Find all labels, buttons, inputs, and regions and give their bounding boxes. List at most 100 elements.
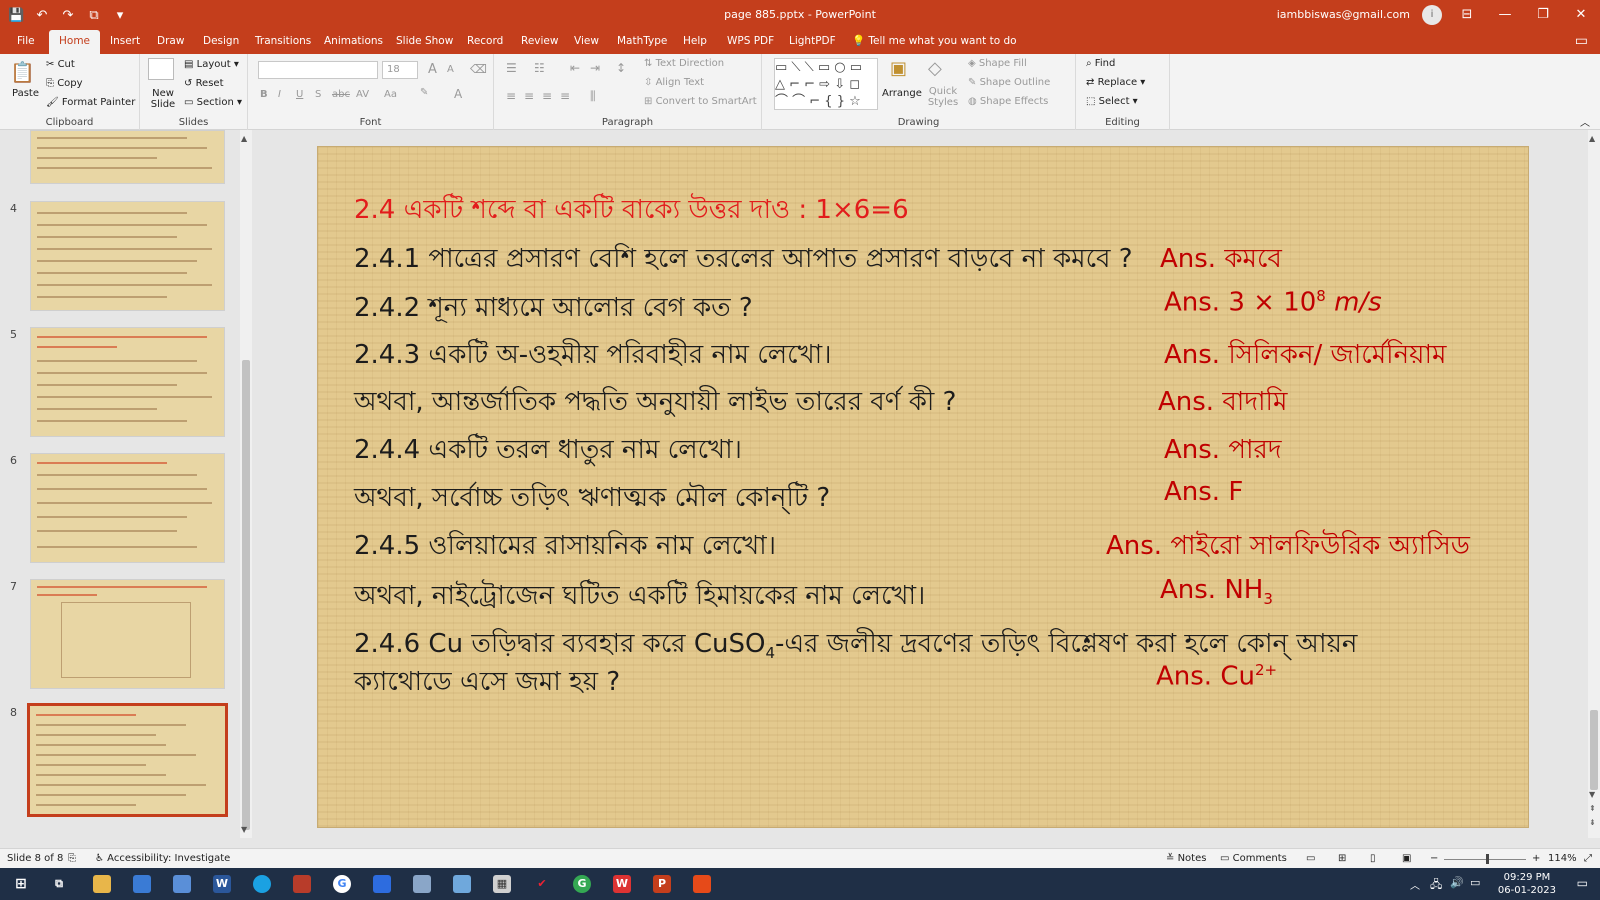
slide-sorter-icon[interactable]: ⊞ [1338, 853, 1346, 864]
tab-slide-show[interactable]: Slide Show [396, 30, 453, 54]
align-left-icon[interactable]: ≡ [506, 89, 516, 103]
slide-thumbnail[interactable] [30, 130, 225, 184]
app-icon[interactable] [173, 875, 191, 893]
office-icon[interactable] [693, 875, 711, 893]
slide-thumbnail[interactable] [30, 201, 225, 311]
scroll-up-icon[interactable]: ▲ [241, 134, 247, 143]
shrink-font-button[interactable]: A [447, 64, 454, 75]
network-icon[interactable]: 🖧 [1430, 876, 1442, 895]
slide-8[interactable]: 2.4 একটি শব্দে বা একটি বাক্যে উত্তর দাও … [317, 146, 1529, 828]
next-slide-icon[interactable]: ⇟ [1589, 818, 1596, 827]
avatar[interactable]: i [1422, 5, 1442, 25]
tab-lightpdf[interactable]: LightPDF [789, 30, 836, 54]
windows-start-icon[interactable]: ⊞ [12, 875, 30, 893]
section-button[interactable]: ▭ Section ▾ [184, 97, 242, 108]
paste-icon[interactable]: 📋 [10, 60, 35, 84]
zoom-slider-thumb[interactable] [1486, 854, 1489, 864]
scroll-down-icon[interactable]: ▼ [1589, 790, 1595, 799]
arrange-button[interactable]: Arrange [882, 88, 922, 99]
spelling-icon[interactable]: ⎘ [68, 853, 76, 864]
columns-icon[interactable]: ⫼ [590, 89, 596, 104]
restore-button[interactable]: ❐ [1524, 0, 1562, 30]
zoom-slider[interactable] [1444, 859, 1526, 860]
shapes-gallery[interactable]: ▭ ⟍ ⟍ ▭ ○ ▭ △ ⌐ ⌐ ⇨ ⇩ ◻ ⌒ ⌒ ⌐ { } ☆ [774, 58, 878, 110]
slideshow-view-icon[interactable]: ▣ [1402, 853, 1411, 864]
tab-review[interactable]: Review [521, 30, 558, 54]
account-email[interactable]: iambbiswas@gmail.com [1277, 8, 1410, 21]
app-icon[interactable] [453, 875, 471, 893]
scroll-thumb[interactable] [1590, 710, 1598, 790]
slide-thumbnail[interactable] [30, 579, 225, 689]
tray-chevron-icon[interactable]: ︿ [1410, 877, 1420, 892]
select-button[interactable]: ⬚ Select ▾ [1086, 96, 1138, 107]
arrange-icon[interactable]: ▣ [890, 58, 907, 79]
tab-record[interactable]: Record [467, 30, 503, 54]
minimize-button[interactable]: — [1486, 0, 1524, 30]
battery-icon[interactable]: ▭ [1470, 876, 1480, 889]
shape-fill-button[interactable]: ◈ Shape Fill [968, 58, 1027, 69]
format-painter-button[interactable]: 🖌 Format Painter [46, 97, 135, 108]
align-right-icon[interactable]: ≡ [542, 89, 552, 103]
collapse-ribbon-icon[interactable]: ︿ [1580, 114, 1590, 129]
justify-icon[interactable]: ≡ [560, 89, 570, 103]
tab-file[interactable]: File [17, 30, 35, 54]
tab-wps-pdf[interactable]: WPS PDF [727, 30, 774, 54]
numbering-icon[interactable]: ☷ [534, 61, 545, 75]
tab-design[interactable]: Design [203, 30, 239, 54]
zoom-out-icon[interactable]: − [1430, 853, 1438, 864]
volume-icon[interactable]: 🔊 [1450, 876, 1464, 889]
paste-button[interactable]: Paste [12, 88, 39, 99]
calculator-icon[interactable]: ▦ [493, 875, 511, 893]
slide-thumbnail[interactable] [30, 453, 225, 563]
app-icon[interactable] [133, 875, 151, 893]
layout-button[interactable]: ▤ Layout ▾ [184, 59, 239, 70]
app-icon[interactable] [413, 875, 431, 893]
word-icon[interactable]: W [213, 875, 231, 893]
previous-slide-icon[interactable]: ⇞ [1589, 804, 1596, 813]
tab-mathtype[interactable]: MathType [617, 30, 667, 54]
comments-button[interactable]: ▭ Comments [1220, 853, 1287, 864]
line-spacing-icon[interactable]: ↕ [616, 61, 626, 75]
find-button[interactable]: ⌕ Find [1086, 58, 1115, 69]
tab-view[interactable]: View [574, 30, 599, 54]
text-direction-button[interactable]: ⇅ Text Direction [644, 58, 724, 69]
clear-formatting-icon[interactable]: ⌫ [470, 62, 487, 76]
replace-button[interactable]: ⇄ Replace ▾ [1086, 77, 1145, 88]
shape-outline-button[interactable]: ✎ Shape Outline [968, 77, 1050, 88]
notifications-icon[interactable]: ▭ [1577, 876, 1588, 890]
comment-icon[interactable]: ▭ [1575, 33, 1588, 49]
tell-me-search[interactable]: 💡 Tell me what you want to do [852, 30, 1017, 54]
shadow-button[interactable]: S [315, 89, 321, 100]
new-slide-icon[interactable] [148, 58, 174, 80]
app-icon[interactable]: ✔ [533, 875, 551, 893]
font-name-input[interactable] [258, 61, 378, 79]
font-size-input[interactable]: 18 [382, 61, 418, 79]
tab-home[interactable]: Home [49, 30, 101, 54]
convert-smartart-button[interactable]: ⊞ Convert to SmartArt [644, 96, 757, 107]
edge-icon[interactable] [253, 875, 271, 893]
close-button[interactable]: ✕ [1562, 0, 1600, 30]
file-explorer-icon[interactable] [93, 875, 111, 893]
strikethrough-button[interactable]: abc [332, 89, 350, 100]
task-view-icon[interactable]: ⧉ [50, 875, 68, 893]
tab-insert[interactable]: Insert [110, 30, 140, 54]
char-spacing-button[interactable]: AV [356, 89, 369, 100]
fit-to-window-icon[interactable]: ⤢ [1584, 853, 1592, 864]
align-center-icon[interactable]: ≡ [524, 89, 534, 103]
new-slide-button[interactable]: New Slide [148, 88, 178, 110]
bold-button[interactable]: B [260, 89, 268, 100]
scroll-thumb[interactable] [242, 360, 250, 830]
quick-styles-icon[interactable]: ◇ [928, 58, 942, 79]
align-text-button[interactable]: ⇳ Align Text [644, 77, 704, 88]
tab-transitions[interactable]: Transitions [255, 30, 311, 54]
slide-thumbnail[interactable] [30, 327, 225, 437]
system-clock[interactable]: 09:29 PM 06-01-2023 [1498, 871, 1556, 897]
underline-button[interactable]: U [296, 89, 303, 100]
scroll-up-icon[interactable]: ▲ [1589, 134, 1595, 143]
zoom-level[interactable]: 114% [1548, 853, 1577, 864]
accessibility-button[interactable]: ♿ Accessibility: Investigate [95, 853, 230, 864]
shape-effects-button[interactable]: ◍ Shape Effects [968, 96, 1048, 107]
bullets-icon[interactable]: ☰ [506, 61, 517, 75]
normal-view-icon[interactable]: ▭ [1306, 853, 1315, 864]
tab-help[interactable]: Help [683, 30, 707, 54]
